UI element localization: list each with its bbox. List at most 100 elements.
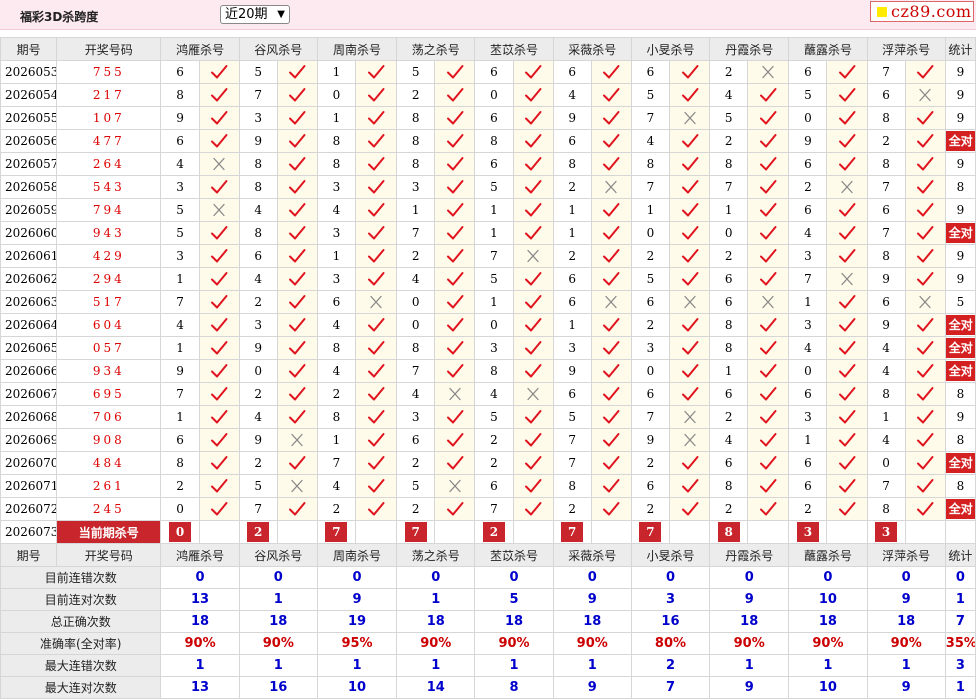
kill-value-cell: 8 [474,129,514,153]
kill-value-cell: 4 [396,267,436,291]
result-mark-cell [434,198,476,222]
kill-value-cell: 7 [866,175,906,199]
summary-value: 80% [630,632,711,655]
kill-value-cell: 8 [316,129,357,153]
check-icon [760,410,777,424]
kill-value-cell: 6 [160,428,200,452]
check-icon [368,134,385,148]
kill-value-cell: 2 [238,382,278,406]
kill-value-cell: 9 [552,106,592,130]
kill-value-cell: 7 [474,497,514,521]
header-expert[interactable]: 小旻杀号 [630,37,711,61]
header-expert[interactable]: 周南杀号 [316,37,398,61]
header-expert[interactable]: 谷风杀号 [238,543,318,567]
check-icon [368,479,385,493]
check-icon [760,433,777,447]
kill-value-cell: 1 [474,198,514,222]
result-mark-cell [198,221,240,245]
chevron-down-icon: ▼ [277,9,285,20]
check-icon [603,249,620,263]
kill-value-cell: 2 [396,451,436,475]
current-empty-cell [512,520,554,544]
header-expert[interactable]: 蘸露杀号 [788,543,868,567]
kill-value-cell: 5 [396,60,436,84]
summary-value: 1 [709,654,790,677]
result-mark-cell [276,106,318,130]
kill-value-cell: 2 [396,83,436,107]
check-icon [681,203,699,217]
summary-value: 90% [160,632,240,655]
header-expert[interactable]: 苤苡杀号 [474,543,554,567]
kill-value-cell: 4 [238,267,278,291]
check-icon [603,433,620,447]
header-expert[interactable]: 浮萍杀号 [866,543,946,567]
draw-numbers-cell: 934 [56,359,162,383]
stat-cell: 5 [944,290,976,314]
header-expert[interactable]: 丹霞杀号 [709,37,790,61]
kill-value-cell: 3 [160,175,200,199]
check-icon [446,134,464,148]
header-expert[interactable]: 丹霞杀号 [709,543,790,567]
result-mark-cell [668,451,711,475]
kill-value-cell: 1 [552,198,592,222]
period-cell: 2026065 [0,336,58,360]
header-expert[interactable]: 荡之杀号 [396,543,476,567]
check-icon [211,433,228,447]
kill-value-cell: 0 [474,83,514,107]
result-mark-cell [826,382,868,406]
header-expert[interactable]: 谷风杀号 [238,37,318,61]
draw-numbers-cell: 695 [56,382,162,406]
top-bar: 福彩3D杀跨度 近20期 ▼ cz89.com [0,0,976,30]
summary-value: 1 [396,654,476,677]
draw-numbers-cell: 261 [56,474,162,498]
header-expert[interactable]: 采薇杀号 [552,37,632,61]
kill-value-cell: 0 [630,359,670,383]
summary-value: 1 [944,676,976,699]
kill-value-cell: 7 [316,451,357,475]
kill-value-cell: 9 [866,267,906,291]
result-mark-cell [904,313,946,337]
kill-value-cell: 1 [316,106,357,130]
header-expert[interactable]: 周南杀号 [316,543,398,567]
check-icon [760,456,777,470]
kill-value-cell: 6 [709,290,749,314]
summary-value: 0 [709,566,790,589]
cross-icon [919,88,931,102]
kill-value-cell: 6 [866,198,906,222]
header-expert[interactable]: 小旻杀号 [630,543,711,567]
kill-value-cell: 4 [316,313,357,337]
summary-value: 90% [238,632,318,655]
check-icon [289,502,306,516]
result-mark-cell [198,359,240,383]
header-expert[interactable]: 浮萍杀号 [866,37,946,61]
result-mark-cell [276,244,318,268]
kill-value-cell: 2 [630,451,670,475]
header-expert[interactable]: 苤苡杀号 [474,37,554,61]
kill-value-cell: 6 [396,428,436,452]
result-mark-cell [355,497,398,521]
check-icon [289,364,306,378]
check-icon [917,111,934,125]
check-icon [917,341,934,355]
cross-icon [919,295,931,309]
header-expert[interactable]: 鸿雁杀号 [160,37,240,61]
header-expert[interactable]: 采薇杀号 [552,543,632,567]
check-icon [525,479,542,493]
kill-value-cell: 2 [552,497,592,521]
check-icon [603,364,620,378]
check-icon [211,134,228,148]
result-mark-cell [198,313,240,337]
header-expert[interactable]: 蘸露杀号 [788,37,868,61]
check-icon [839,502,856,516]
kill-value-cell: 1 [788,428,828,452]
header-expert[interactable]: 荡之杀号 [396,37,476,61]
period-cell: 2026066 [0,359,58,383]
header-expert[interactable]: 鸿雁杀号 [160,543,240,567]
result-mark-cell [590,244,632,268]
result-mark-cell [904,60,946,84]
result-mark-cell [668,60,711,84]
check-icon [839,203,856,217]
site-logo[interactable]: cz89.com [870,1,974,22]
summary-value: 10 [316,676,398,699]
period-range-select[interactable]: 近20期 ▼ [220,5,290,24]
